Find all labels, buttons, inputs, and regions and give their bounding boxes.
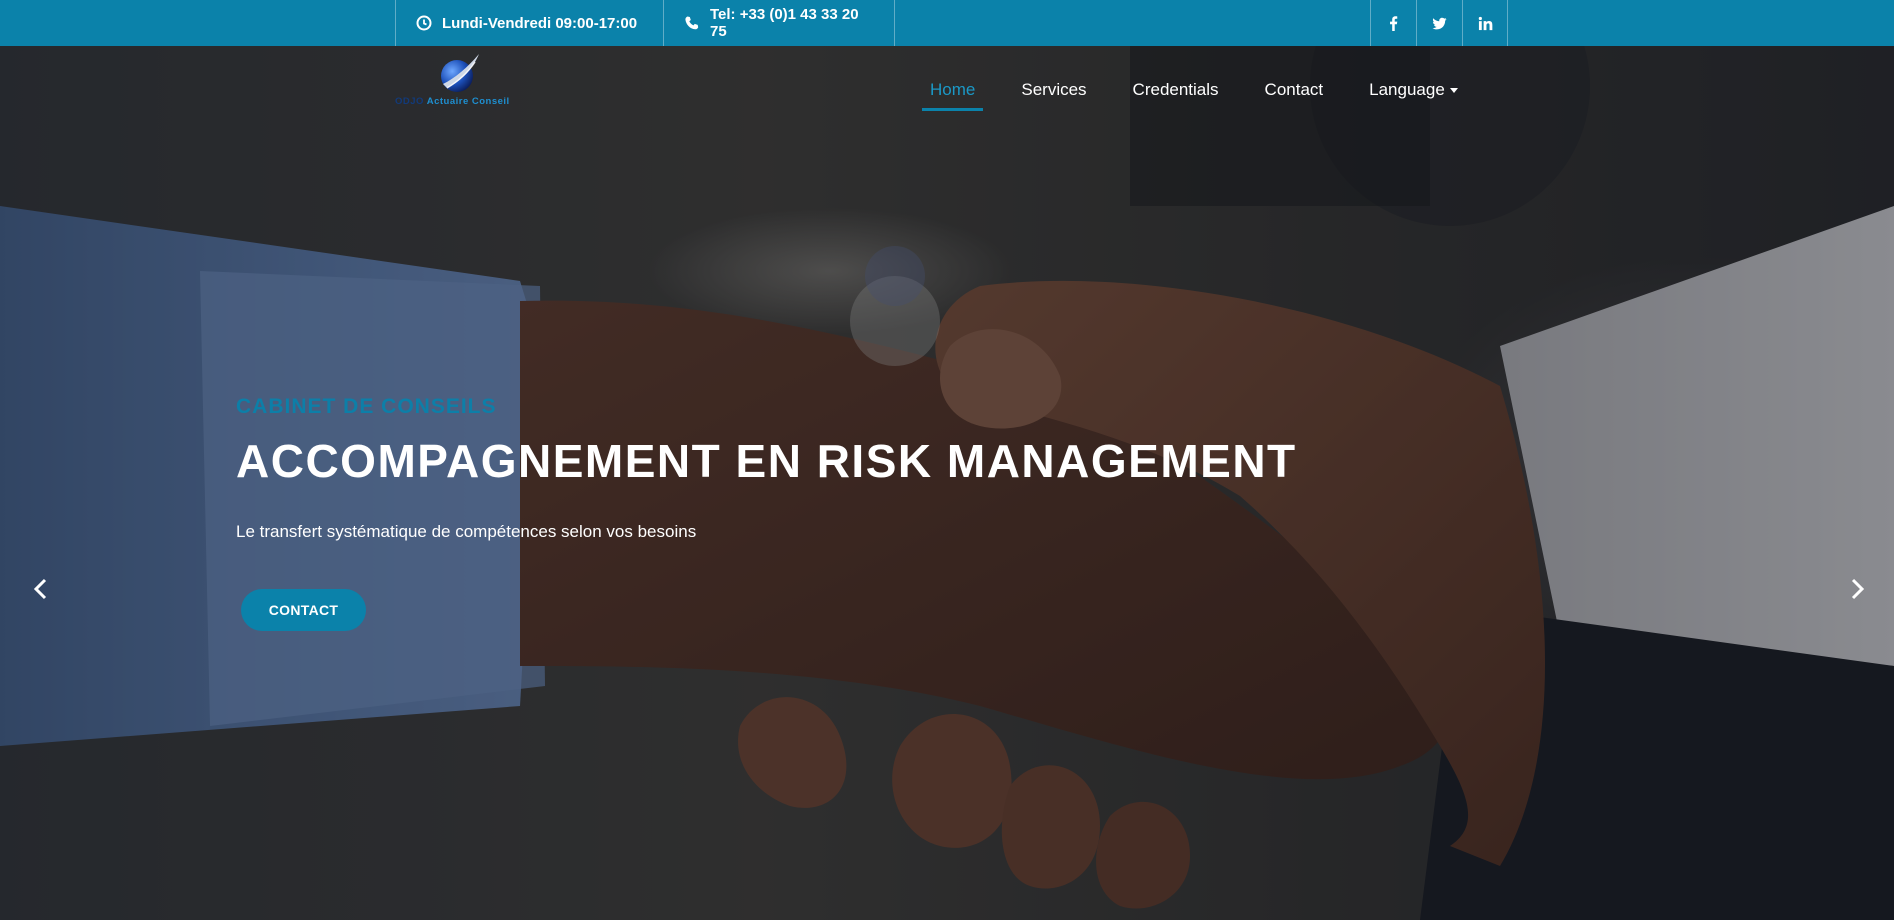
- nav-item-language[interactable]: Language: [1369, 80, 1458, 100]
- office-hours-text: Lundi-Vendredi 09:00-17:00: [442, 14, 638, 32]
- chevron-left-icon: [33, 578, 47, 600]
- contact-button[interactable]: CONTACT: [241, 589, 366, 631]
- hero-headline: ACCOMPAGNEMENT EN RISK MANAGEMENT: [236, 435, 1297, 487]
- office-hours: Lundi-Vendredi 09:00-17:00: [395, 0, 663, 46]
- top-bar: Lundi-Vendredi 09:00-17:00 Tel: +33 (0)1…: [0, 0, 1894, 46]
- clock-icon: [416, 15, 432, 31]
- twitter-link[interactable]: [1416, 0, 1462, 46]
- caret-down-icon: [1449, 88, 1458, 94]
- phone-text: Tel: +33 (0)1 43 33 20 75: [710, 6, 859, 40]
- carousel-next-button[interactable]: [1844, 576, 1870, 602]
- language-label: Language: [1369, 80, 1445, 99]
- logo-text-part2: Actuaire Conseil: [426, 96, 510, 107]
- facebook-link[interactable]: [1370, 0, 1416, 46]
- logo-text-part1: ODJO: [395, 96, 424, 107]
- nav-item-home[interactable]: Home: [921, 80, 984, 111]
- social-links: [1370, 0, 1508, 46]
- linkedin-icon: [1478, 16, 1492, 30]
- linkedin-link[interactable]: [1462, 0, 1508, 46]
- nav-item-credentials[interactable]: Credentials: [1133, 80, 1219, 100]
- nav-item-contact[interactable]: Contact: [1265, 80, 1324, 100]
- hero-subline: Le transfert systématique de compétences…: [236, 522, 697, 541]
- chevron-right-icon: [1851, 578, 1865, 600]
- hero-eyebrow: CABINET DE CONSEILS: [236, 395, 497, 418]
- nav-item-services[interactable]: Services: [1021, 80, 1086, 100]
- main-nav: Home Services Credentials Contact Langua…: [921, 80, 1504, 111]
- site-logo[interactable]: ODJO Actuaire Conseil: [395, 52, 530, 114]
- facebook-icon: [1390, 15, 1398, 31]
- carousel-prev-button[interactable]: [28, 576, 54, 602]
- phone-info: Tel: +33 (0)1 43 33 20 75: [663, 0, 895, 46]
- twitter-icon: [1432, 17, 1447, 29]
- phone-icon: [685, 16, 699, 30]
- logo-icon: [441, 54, 479, 92]
- logo-text: ODJO Actuaire Conseil: [395, 96, 510, 107]
